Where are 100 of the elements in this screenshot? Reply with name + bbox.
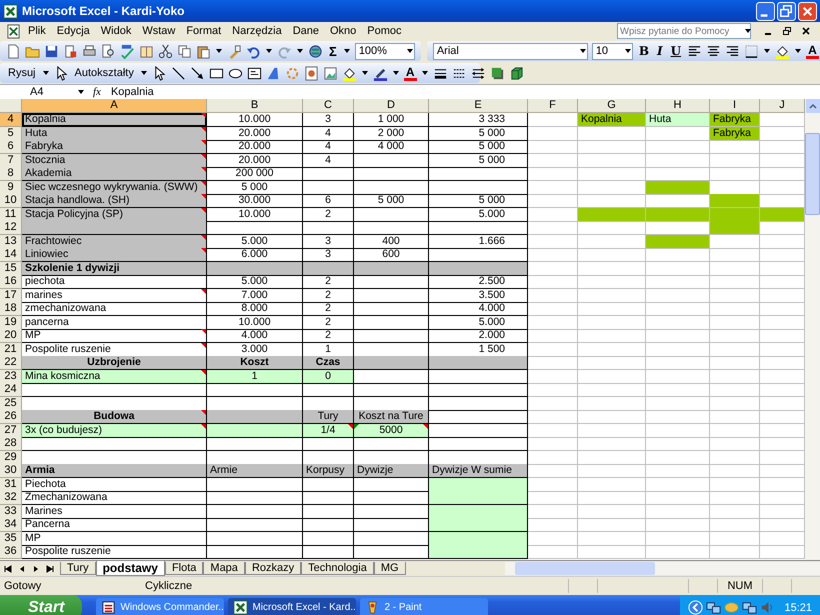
- row-header[interactable]: 31: [0, 478, 22, 492]
- column-header[interactable]: J: [760, 99, 805, 113]
- arrow-icon[interactable]: [190, 66, 205, 80]
- caret-icon[interactable]: [795, 49, 802, 53]
- row-header[interactable]: 20: [0, 329, 22, 343]
- bold-button[interactable]: B: [636, 44, 651, 58]
- column-header[interactable]: E: [429, 99, 528, 113]
- clipboard-icon[interactable]: [196, 44, 211, 58]
- name-box[interactable]: A4: [0, 86, 85, 98]
- sheet-tab[interactable]: Technologia: [301, 562, 374, 575]
- close-icon[interactable]: [801, 26, 811, 36]
- font-size-dropdown[interactable]: 10: [592, 42, 633, 60]
- tab-scroll-icon[interactable]: [46, 564, 54, 572]
- formula-field[interactable]: Kopalnia: [108, 86, 154, 98]
- start-button[interactable]: Start: [0, 595, 82, 615]
- row-header[interactable]: 25: [0, 396, 22, 410]
- horizontal-scrollbar[interactable]: [505, 562, 820, 575]
- cube-icon[interactable]: [508, 66, 524, 80]
- row-header[interactable]: 24: [0, 383, 22, 397]
- underline-button[interactable]: U: [668, 44, 684, 58]
- sheet-tab[interactable]: podstawy: [96, 561, 165, 576]
- network-icon[interactable]: [742, 600, 758, 615]
- menu-item[interactable]: Wstaw: [138, 25, 180, 37]
- column-header[interactable]: C: [303, 99, 354, 113]
- fill-bucket-icon[interactable]: [775, 44, 790, 58]
- column-header[interactable]: F: [528, 99, 578, 113]
- menu-item[interactable]: Format: [182, 25, 226, 37]
- caret-icon[interactable]: [140, 71, 147, 75]
- row-header[interactable]: 14: [0, 248, 22, 262]
- preview-icon[interactable]: [101, 44, 116, 58]
- row-header[interactable]: 26: [0, 410, 22, 424]
- column-header[interactable]: G: [578, 99, 646, 113]
- row-header[interactable]: 28: [0, 437, 22, 451]
- spelling-icon[interactable]: [120, 44, 135, 58]
- row-header[interactable]: 10: [0, 194, 22, 208]
- column-header[interactable]: B: [207, 99, 303, 113]
- row-header[interactable]: 15: [0, 262, 22, 276]
- menu-item[interactable]: Plik: [24, 25, 50, 37]
- caret-icon[interactable]: [422, 71, 428, 75]
- row-header[interactable]: 27: [0, 424, 22, 438]
- row-header[interactable]: 4: [0, 113, 22, 127]
- scissors-icon[interactable]: [158, 44, 173, 58]
- row-header[interactable]: 12: [0, 221, 22, 235]
- row-header[interactable]: 13: [0, 234, 22, 248]
- column-header[interactable]: H: [646, 99, 710, 113]
- caret-icon[interactable]: [745, 29, 751, 33]
- book-icon[interactable]: [139, 44, 154, 58]
- row-header[interactable]: 19: [0, 316, 22, 330]
- row-header[interactable]: 35: [0, 532, 22, 546]
- caret-icon[interactable]: [297, 49, 303, 53]
- caret-icon[interactable]: [266, 49, 272, 53]
- row-header[interactable]: 23: [0, 370, 22, 384]
- row-header[interactable]: 34: [0, 518, 22, 532]
- function-button[interactable]: fx: [85, 86, 109, 98]
- clip-art-icon[interactable]: [304, 66, 319, 80]
- caret-icon[interactable]: [624, 49, 631, 53]
- caret-icon[interactable]: [42, 71, 49, 75]
- scroll-thumb[interactable]: [805, 133, 820, 215]
- menu-item[interactable]: Dane: [288, 25, 323, 37]
- restore-icon[interactable]: [782, 26, 792, 36]
- row-header[interactable]: 7: [0, 154, 22, 168]
- row-header[interactable]: 21: [0, 342, 22, 356]
- row-header[interactable]: 17: [0, 288, 22, 302]
- chevron-icon[interactable]: [688, 600, 704, 615]
- row-header[interactable]: 8: [0, 167, 22, 181]
- row-header[interactable]: 9: [0, 180, 22, 194]
- brush-icon[interactable]: [227, 44, 242, 58]
- caret-icon[interactable]: [78, 90, 84, 94]
- wordart-icon[interactable]: [266, 66, 281, 80]
- menu-item[interactable]: Widok: [96, 25, 136, 37]
- draw-menu-button[interactable]: Rysuj: [6, 67, 38, 79]
- new-file-icon[interactable]: [6, 44, 21, 58]
- row-header[interactable]: 16: [0, 275, 22, 289]
- sheet-tab[interactable]: Rozkazy: [244, 562, 302, 575]
- sheet-tab[interactable]: MG: [374, 562, 406, 575]
- align-right-icon[interactable]: [725, 44, 740, 58]
- taskbar-button[interactable]: 2 - Paint: [360, 598, 488, 615]
- shadow-icon[interactable]: [490, 66, 504, 80]
- menu-item[interactable]: Pomoc: [363, 25, 406, 37]
- row-header[interactable]: 11: [0, 208, 22, 222]
- image-icon[interactable]: [322, 66, 338, 80]
- caret-icon[interactable]: [580, 49, 586, 53]
- autosum-button[interactable]: Σ: [327, 44, 339, 58]
- network-icon[interactable]: [706, 600, 722, 615]
- caret-icon[interactable]: [392, 71, 399, 75]
- menu-item[interactable]: Edycja: [52, 25, 94, 37]
- scroll-up-icon[interactable]: [806, 99, 820, 113]
- row-header[interactable]: 22: [0, 356, 22, 370]
- column-header[interactable]: D: [354, 99, 429, 113]
- column-header[interactable]: I: [710, 99, 760, 113]
- line-icon[interactable]: [170, 66, 186, 80]
- spreadsheet-icon[interactable]: [6, 24, 21, 38]
- text-box-icon[interactable]: [246, 66, 262, 80]
- vertical-scrollbar[interactable]: [805, 99, 820, 560]
- row-header[interactable]: 5: [0, 126, 22, 140]
- globe-icon[interactable]: [308, 44, 323, 58]
- caret-icon[interactable]: [406, 49, 413, 53]
- row-header[interactable]: 29: [0, 450, 22, 464]
- zoom-dropdown[interactable]: 100%: [354, 42, 415, 60]
- taskbar-button[interactable]: Microsoft Excel - Kard...: [228, 598, 356, 615]
